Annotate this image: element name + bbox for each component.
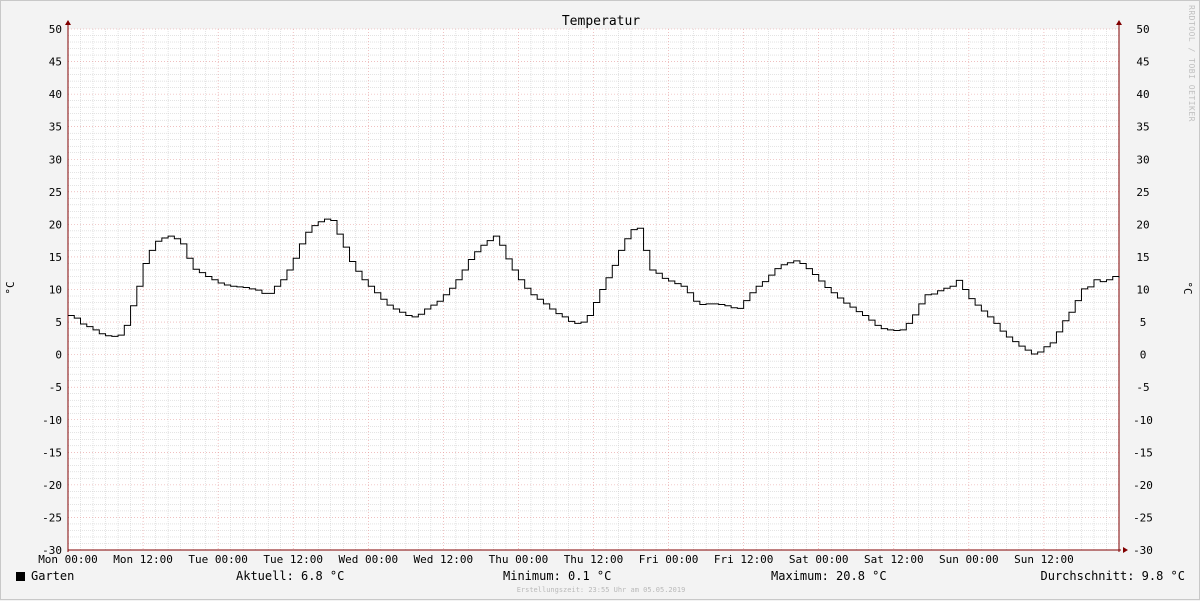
y-axis-label-left: °C xyxy=(4,281,17,294)
y-tick-labels-left: -30-25-20-15-10-505101520253035404550 xyxy=(42,23,62,557)
x-tick-label: Mon 12:00 xyxy=(113,553,173,566)
y-tick-label: 20 xyxy=(1136,218,1149,231)
y-tick-label: 5 xyxy=(55,316,62,329)
y-tick-label: 40 xyxy=(1136,88,1149,101)
y-tick-label: 5 xyxy=(1140,316,1147,329)
x-tick-label: Fri 12:00 xyxy=(714,553,774,566)
y-tick-label: 25 xyxy=(1136,186,1149,199)
y-tick-label: -5 xyxy=(1136,381,1149,394)
x-tick-label: Wed 00:00 xyxy=(338,553,398,566)
y-tick-label: -30 xyxy=(1133,544,1153,557)
y-axis-arrow-left xyxy=(65,20,71,25)
rrdtool-watermark: RRDTOOL / TOBI OETIKER xyxy=(1187,5,1196,122)
temperature-chart: -30-25-20-15-10-505101520253035404550 -3… xyxy=(4,14,1194,566)
y-tick-label: 30 xyxy=(49,153,62,166)
y-tick-label: 40 xyxy=(49,88,62,101)
y-axis-arrow-right xyxy=(1116,20,1122,25)
y-tick-label: 45 xyxy=(1136,56,1149,69)
y-axis-label-right: °C xyxy=(1181,281,1194,294)
y-tick-label: -25 xyxy=(1133,511,1153,524)
y-tick-label: 45 xyxy=(49,56,62,69)
chart-title: Temperatur xyxy=(562,14,640,29)
y-tick-label: -10 xyxy=(1133,414,1153,427)
x-tick-label: Tue 12:00 xyxy=(263,553,323,566)
x-tick-label: Sun 00:00 xyxy=(939,553,999,566)
x-tick-label: Thu 12:00 xyxy=(564,553,624,566)
x-tick-label: Sat 12:00 xyxy=(864,553,924,566)
legend-entry: Garten xyxy=(16,569,74,583)
x-tick-label: Wed 12:00 xyxy=(414,553,474,566)
y-tick-label: -20 xyxy=(1133,479,1153,492)
y-tick-label: -15 xyxy=(42,446,62,459)
y-tick-label: -10 xyxy=(42,414,62,427)
y-tick-label: 15 xyxy=(1136,251,1149,264)
x-tick-label: Sun 12:00 xyxy=(1014,553,1074,566)
x-axis-arrow xyxy=(1123,547,1128,553)
x-tick-labels: Mon 00:00 Mon 12:00 Tue 00:00 Tue 12:00 Wed … xyxy=(38,553,1074,566)
x-tick-label: Thu 00:00 xyxy=(489,553,549,566)
y-tick-label: 15 xyxy=(49,251,62,264)
y-tick-label: 10 xyxy=(1136,284,1149,297)
y-tick-label: 25 xyxy=(49,186,62,199)
chart-frame: -30 -25 -20 -15 -10 -5 0 5 10 15 20 25 30 35 40 45 50 -3… xyxy=(0,0,1200,600)
legend-series-name: Garten xyxy=(31,569,75,583)
average-value: Durchschnitt: 9.8 °C xyxy=(1040,569,1186,583)
y-tick-label: 0 xyxy=(55,349,62,362)
legend-swatch xyxy=(16,572,25,581)
y-tick-label: 35 xyxy=(49,121,62,134)
y-tick-label: 30 xyxy=(1136,153,1149,166)
y-tick-label: -15 xyxy=(1133,446,1153,459)
x-tick-label: Fri 00:00 xyxy=(639,553,699,566)
x-tick-label: Mon 00:00 xyxy=(38,553,98,566)
y-tick-label: 50 xyxy=(49,23,62,36)
y-tick-labels-right: -30 -25 -20 -15 -10 -5 0 5 10 15 20 25 30 35 40 45 50 xyxy=(1133,23,1153,557)
y-tick-label: 35 xyxy=(1136,121,1149,134)
minimum-value: Minimum: 0.1 °C xyxy=(503,569,612,583)
y-tick-label: -5 xyxy=(49,381,62,394)
creation-time: Erstellungszeit: 23:55 Uhr am 05.05.2019 xyxy=(516,586,686,594)
y-tick-label: 20 xyxy=(49,218,62,231)
current-value: Aktuell: 6.8 °C xyxy=(236,569,345,583)
x-tick-label: Sat 00:00 xyxy=(789,553,849,566)
x-tick-label: Tue 00:00 xyxy=(188,553,248,566)
y-tick-label: 0 xyxy=(1140,349,1147,362)
y-tick-label: 10 xyxy=(49,284,62,297)
maximum-value: Maximum: 20.8 °C xyxy=(771,569,887,583)
y-tick-label: 50 xyxy=(1136,23,1149,36)
y-tick-label: -25 xyxy=(42,511,62,524)
y-tick-label: -20 xyxy=(42,479,62,492)
